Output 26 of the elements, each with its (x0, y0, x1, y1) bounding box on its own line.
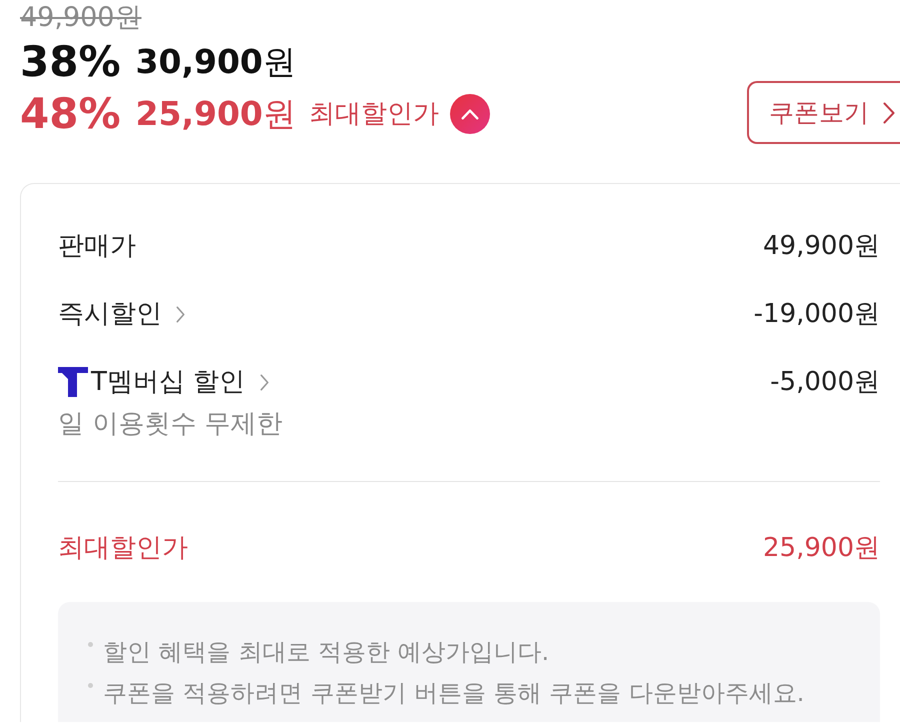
chevron-up-icon (460, 108, 479, 120)
total-amount: 25,900원 (763, 532, 880, 565)
bullet-icon (88, 683, 93, 688)
max-discount-label: 최대할인가 (308, 98, 439, 130)
max-discount-price: 25,900원 (136, 93, 296, 135)
notice-text: 쿠폰을 적용하려면 쿠폰받기 버튼을 통해 쿠폰을 다운받아주세요. (103, 678, 804, 709)
chevron-right-icon (883, 102, 895, 124)
chevron-right-icon (260, 374, 270, 390)
price-label: 판매가 (58, 230, 136, 263)
amount-text: 49,900원 (763, 230, 880, 263)
discount-rate: 38% (20, 36, 121, 88)
notice-text: 할인 혜택을 최대로 적용한 예상가입니다. (103, 637, 550, 668)
bullet-icon (88, 642, 93, 647)
sale-price: 30,900원 (136, 41, 296, 83)
total-label: 최대할인가 (58, 532, 188, 565)
membership-note: 일 이용횟수 무제한 (58, 408, 284, 441)
chevron-right-icon (176, 306, 185, 322)
max-discount-rate: 48% (20, 88, 121, 140)
coupon-button[interactable]: 쿠폰보기 (747, 81, 900, 144)
toggle-button[interactable] (450, 94, 490, 134)
original-price: 49,900원 (20, 1, 142, 35)
discount-label[interactable]: 즉시할인 (58, 297, 162, 331)
t-logo-icon (58, 367, 88, 397)
amount-text: -19,000원 (754, 298, 880, 331)
discount-label[interactable]: T멤버십 할인 (91, 365, 246, 399)
amount-text: -5,000원 (770, 366, 880, 399)
